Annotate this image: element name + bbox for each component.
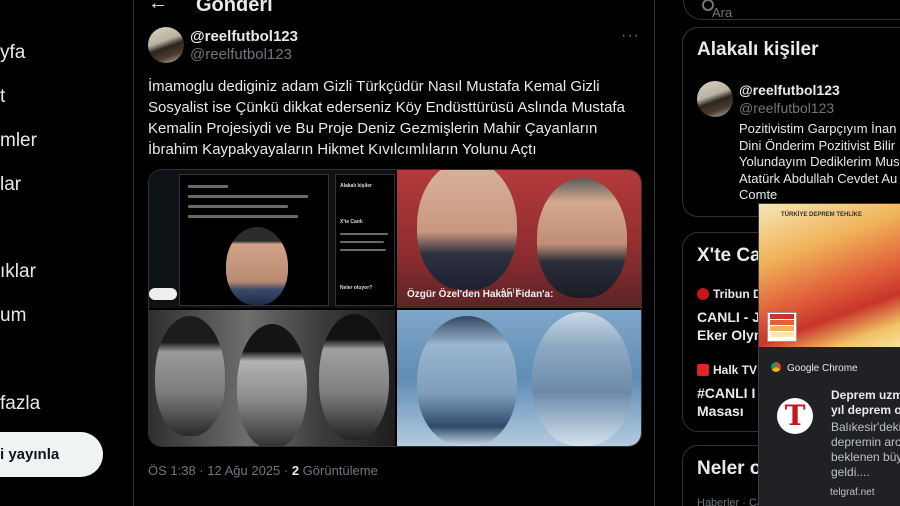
related-people-card: Alakalı kişiler @reelfutbol123 @reelfutb… <box>682 27 900 217</box>
avatar[interactable] <box>148 27 184 63</box>
whats-happening-title: Neler o <box>697 458 762 479</box>
screenshot-sidebar: Alakalı kişiler X'te Canlı Neler oluyor? <box>335 174 395 306</box>
tweet-text-line: İbrahim Kaypakyayaların Hikmet Kıvılcıml… <box>148 141 537 158</box>
nav-item-notifications[interactable]: mler <box>0 130 37 152</box>
notification-source: telgraf.net <box>830 487 875 498</box>
screenshot-sidebar-sub: X'te Canlı <box>340 219 363 225</box>
portrait-face <box>537 178 627 298</box>
bio-line: Atatürk Abdullah Cevdet Au <box>739 170 898 186</box>
related-display-name[interactable]: @reelfutbol123 <box>739 82 840 98</box>
main-column: ← Gönderi @reelfutbol123 @reelfutbol123 … <box>133 0 655 506</box>
author-handle[interactable]: @reelfutbol123 <box>190 46 292 63</box>
nav-item-more[interactable]: fazla <box>0 393 40 415</box>
notification-title: Deprem uzm yıl deprem ol <box>831 388 900 417</box>
media-photo-1[interactable]: Alakalı kişiler X'te Canlı Neler oluyor? <box>149 170 395 308</box>
portrait-face <box>226 227 288 305</box>
nav-item-bookmarks[interactable]: ıklar <box>0 261 36 283</box>
live-item-source[interactable]: Halk TV <box>697 363 757 377</box>
live-on-x-title: X'te Ca <box>697 245 761 266</box>
trend-category: Haberler · Ca <box>697 497 764 506</box>
back-arrow-icon[interactable]: ← <box>148 0 168 15</box>
portrait-face <box>237 324 307 446</box>
author-display-name[interactable]: @reelfutbol123 <box>190 28 298 45</box>
views-count: 2 <box>291 463 300 478</box>
bio-line: Comte <box>739 187 778 202</box>
screenshot-sidebar-question: Neler oluyor? <box>340 285 373 291</box>
map-title: TÜRKİYE DEPREM TEHLİKE <box>781 212 863 218</box>
tweet-text-line: İmamoglu dediginiz adam Gizli Türkçüdür … <box>148 78 600 95</box>
tweet-text-line: Kemalin Projesiydi ve Bu Proje Deniz Gez… <box>148 120 598 137</box>
search-input[interactable]: Ara <box>712 5 732 20</box>
tweet-text: İmamoglu dediginiz adam Gizli Türkçüdür … <box>148 76 642 160</box>
portrait-face <box>155 316 225 436</box>
tweet-timestamp[interactable]: ÖS 1:38 · 12 Ağu 2025 · <box>148 463 292 478</box>
notification-app-label: Google Chrome <box>771 362 858 374</box>
related-people-title: Alakalı kişiler <box>697 39 819 60</box>
left-navigation: yfa t mler lar ıklar um fazla i yayınla <box>0 0 133 506</box>
media-photo-4[interactable] <box>397 310 641 446</box>
live-item-title[interactable]: Eker Olym <box>697 327 766 343</box>
bio-line: Pozitivistim Garpçıyım İnan <box>739 121 897 136</box>
screenshot-panel <box>179 174 329 306</box>
nav-item-home[interactable]: yfa <box>0 42 25 64</box>
telgraf-logo-icon: T <box>777 398 813 434</box>
related-handle[interactable]: @reelfutbol123 <box>739 100 834 116</box>
media-photo-2[interactable]: AÇIK Özgür Özel'den Hakan Fidan'a: <box>397 170 641 308</box>
chrome-notification[interactable]: TÜRKİYE DEPREM TEHLİKE Google Chrome T D… <box>758 203 900 506</box>
bio-line: Yolundayım Dediklerim Mus <box>739 154 900 169</box>
portrait-face <box>417 170 517 290</box>
chrome-icon <box>771 362 781 372</box>
tweet-meta: ÖS 1:38 · 12 Ağu 2025 · 2 Görüntüleme <box>148 463 378 478</box>
screenshot-sidebar-title: Alakalı kişiler <box>340 183 372 189</box>
notification-body: Balıkesir'deki depremin arc beklenen büy… <box>831 420 900 479</box>
portrait-face <box>532 312 632 446</box>
page-title: Gönderi <box>196 0 273 16</box>
halktv-logo-icon <box>697 364 709 376</box>
live-item-source[interactable]: Tribun D <box>697 287 762 301</box>
nav-item-explore[interactable]: t <box>0 86 5 108</box>
related-bio: Pozitivistim Garpçıyım İnan Dini Önderim… <box>739 121 900 204</box>
live-item-title[interactable]: Masası <box>697 403 744 419</box>
nav-item-messages[interactable]: lar <box>0 174 21 196</box>
tribun-logo-icon <box>697 288 709 300</box>
map-legend <box>767 312 797 342</box>
views-label: Görüntüleme <box>299 463 378 478</box>
media-photo-3[interactable] <box>149 310 395 446</box>
tweet-media-grid: Alakalı kişiler X'te Canlı Neler oluyor?… <box>148 169 642 447</box>
bio-line: Dini Önderim Pozitivist Bilir <box>739 137 896 153</box>
screenshot-button <box>149 288 177 300</box>
avatar[interactable] <box>697 81 733 117</box>
nav-item-premium[interactable]: um <box>0 305 26 327</box>
tweet-text-line: Sosyalist ise Çünkü dikkat ederseniz Köy… <box>148 99 625 116</box>
post-button[interactable]: i yayınla <box>0 432 103 477</box>
portrait-face <box>417 316 517 446</box>
more-options-icon[interactable]: ··· <box>621 27 640 45</box>
notification-map-image: TÜRKİYE DEPREM TEHLİKE <box>759 204 900 347</box>
portrait-face <box>319 314 389 440</box>
search-bar[interactable]: Ara <box>683 0 900 20</box>
media-caption: Özgür Özel'den Hakan Fidan'a: <box>407 289 554 300</box>
